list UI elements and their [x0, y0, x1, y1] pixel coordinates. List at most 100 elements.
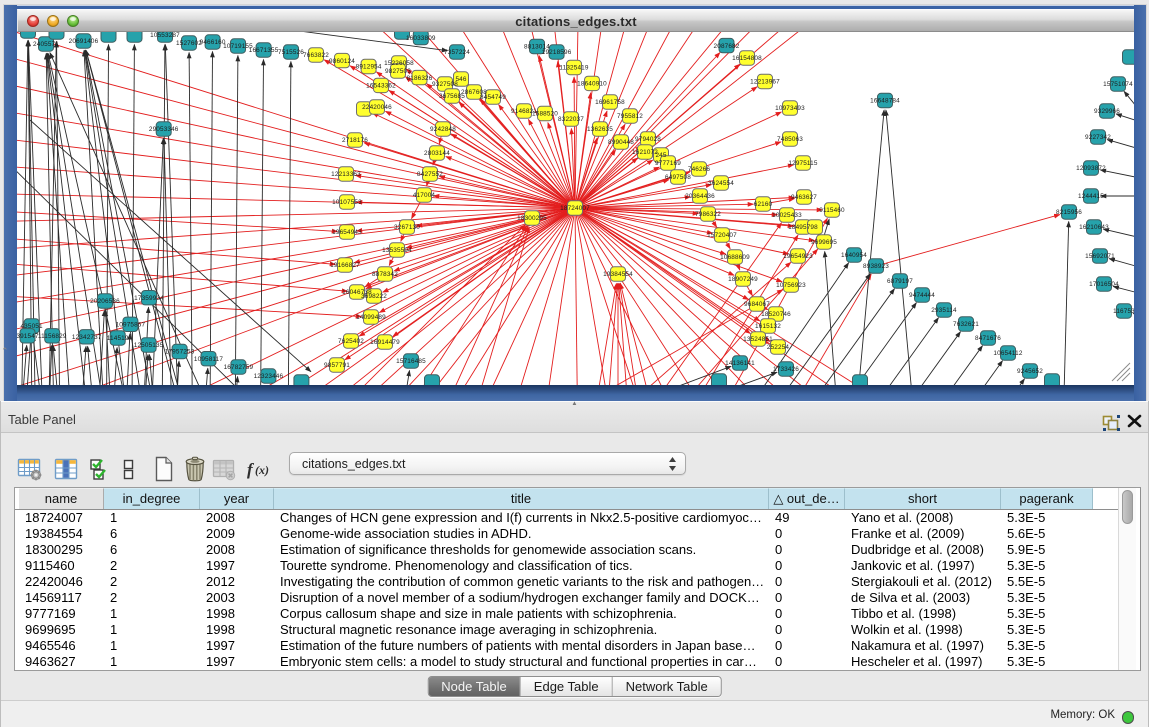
select-attributes-icon[interactable] — [89, 457, 111, 481]
new-column-icon[interactable] — [153, 456, 175, 482]
graph-edge-black — [286, 62, 291, 386]
graph-node[interactable] — [49, 32, 64, 39]
network-view-window: citations_edges.txt 24055712069140610553… — [4, 5, 1146, 401]
graph-node-label: 1244415 — [1078, 193, 1104, 200]
graph-edge-black — [858, 110, 884, 385]
cell-out_de: 49 — [775, 510, 843, 526]
graph-node-label: 16782759 — [224, 364, 254, 371]
graph-node-label: 18300295 — [517, 215, 547, 222]
graph-node-label: 417004 — [413, 192, 436, 199]
table-row[interactable]: 1938455462009Genome-wide association stu… — [15, 526, 1119, 542]
graph-edge-black — [160, 45, 165, 386]
tab-node-table[interactable]: Node Table — [428, 677, 521, 696]
column-header-year[interactable]: year — [200, 488, 274, 509]
graph-node-label: 7625402 — [338, 338, 364, 345]
frame-border-left — [4, 5, 17, 401]
graph-node-label: 14099489 — [356, 314, 386, 321]
table-row[interactable]: 911546021997Tourette syndrome. Phenomeno… — [15, 558, 1119, 574]
graph-node-label: 1362635 — [587, 126, 613, 133]
graph-node[interactable] — [1045, 374, 1060, 385]
graph-node-label: 9329966 — [1094, 108, 1120, 115]
graph-node-label: 16210643 — [1079, 224, 1109, 231]
table-row[interactable]: 969969511998Structural magnetic resonanc… — [15, 622, 1119, 638]
table-toolbar: f (x) citations_edges.txt — [0, 433, 1149, 483]
graph-node-label: 16543362 — [366, 83, 396, 90]
scrollbar-thumb[interactable] — [1122, 490, 1133, 524]
graph-node-label: 7663822 — [303, 52, 329, 59]
graph-edge-black — [824, 219, 829, 236]
cell-in_degree: 2 — [110, 590, 198, 606]
graph-node-label: 1615132 — [755, 323, 781, 330]
table-row[interactable]: 946362711997Embryonic stem cells: a mode… — [15, 654, 1119, 670]
cell-title: Tourette syndrome. Phenomenology and cla… — [280, 558, 767, 574]
graph-node-label: 546 — [455, 76, 466, 83]
union-columns-icon[interactable] — [122, 457, 134, 481]
column-header-out_de[interactable]: △ out_de… — [769, 488, 845, 509]
graph-edge-red — [575, 32, 830, 208]
cell-name: 9699695 — [25, 622, 102, 638]
graph-node[interactable] — [853, 375, 868, 385]
cell-pagerank: 5.3E-5 — [1007, 654, 1091, 670]
graph-node[interactable] — [712, 374, 727, 385]
graph-node-label: 3675685 — [439, 93, 465, 100]
cell-title: Estimation of significance thresholds fo… — [280, 542, 767, 558]
graph-node[interactable] — [101, 32, 116, 42]
cell-out_de: 0 — [775, 654, 843, 670]
graph-node[interactable] — [127, 32, 142, 42]
tab-network-table[interactable]: Network Table — [613, 677, 721, 696]
cell-in_degree: 6 — [110, 526, 198, 542]
tab-edge-table[interactable]: Edge Table — [521, 677, 613, 696]
graph-node-label: 16648784 — [870, 98, 900, 105]
graph-node-label: 9463627 — [791, 194, 817, 201]
function-builder-icon[interactable]: f (x) — [246, 458, 274, 480]
cell-in_degree: 2 — [110, 574, 198, 590]
graph-node-label: 16914479 — [370, 339, 400, 346]
close-panel-icon[interactable] — [1127, 413, 1142, 429]
graph-node-label: 12342737 — [72, 334, 102, 341]
graph-edge-black — [400, 370, 410, 385]
cell-out_de: 0 — [775, 638, 843, 654]
graph-node[interactable] — [294, 375, 309, 385]
graph-node-label: 6879197 — [887, 278, 913, 285]
cell-year: 2008 — [206, 510, 272, 526]
network-canvas[interactable]: 2405571206914061055328715276029466160107… — [17, 32, 1134, 385]
graph-node-label: 8990448 — [608, 139, 634, 146]
graph-node-label: 114519 — [107, 335, 129, 342]
show-columns-icon[interactable] — [54, 457, 78, 481]
graph-node[interactable] — [1123, 50, 1135, 64]
cell-out_de: 0 — [775, 542, 843, 558]
column-header-short[interactable]: short — [845, 488, 1001, 509]
cell-pagerank: 5.3E-5 — [1007, 622, 1091, 638]
graph-node-label: 1588520 — [532, 111, 558, 118]
table-row[interactable]: 946554611997Estimation of the future num… — [15, 638, 1119, 654]
column-header-title[interactable]: title — [274, 488, 769, 509]
table-row[interactable]: 1830029562008Estimation of significance … — [15, 542, 1119, 558]
graph-node-label: 7485063 — [777, 136, 803, 143]
table-row[interactable]: 1872400712008Changes of HCN gene express… — [15, 510, 1119, 526]
float-panel-icon[interactable] — [1102, 414, 1121, 432]
graph-edge-black — [1064, 222, 1069, 386]
delete-column-icon[interactable] — [183, 456, 207, 482]
graph-node-label: 19166827 — [330, 262, 360, 269]
table-panel: ▲ Table Panel — [0, 401, 1149, 727]
table-selector-dropdown[interactable]: citations_edges.txt — [289, 452, 686, 475]
graph-node-label: 9794028 — [635, 136, 661, 143]
column-header-in_degree[interactable]: in_degree — [104, 488, 200, 509]
graph-node-label: 9245652 — [1017, 368, 1043, 375]
table-vertical-scrollbar[interactable] — [1118, 488, 1136, 670]
table-row[interactable]: 1456911722003Disruption of a novel membe… — [15, 590, 1119, 606]
table-mode-icon[interactable] — [17, 457, 43, 481]
graph-node[interactable] — [425, 375, 440, 385]
cell-name: 18300295 — [25, 542, 102, 558]
graph-node-label: 10756923 — [776, 282, 806, 289]
graph-node-label: 10688609 — [720, 254, 750, 261]
window-titlebar[interactable]: citations_edges.txt — [17, 9, 1134, 32]
column-header-pagerank[interactable]: pagerank — [1001, 488, 1093, 509]
column-header-name[interactable]: name — [19, 488, 104, 509]
graph-node-label: 11325419 — [559, 65, 588, 72]
graph-node[interactable] — [21, 32, 36, 38]
graph-edge-red — [619, 284, 645, 386]
graph-node-label: 20364436 — [685, 193, 715, 200]
table-row[interactable]: 977716911998Corpus callosum shape and si… — [15, 606, 1119, 622]
table-row[interactable]: 2242004622012Investigating the contribut… — [15, 574, 1119, 590]
